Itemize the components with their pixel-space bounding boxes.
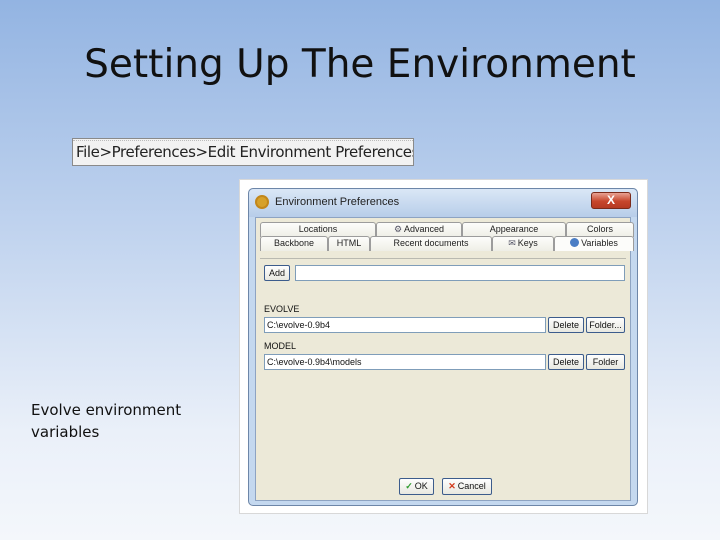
add-variable-button[interactable]: Add [264, 265, 290, 281]
gear-icon: ⚙ [393, 224, 403, 234]
variable-value-evolve[interactable]: C:\evolve-0.9b4 [264, 317, 546, 333]
envelope-icon: ✉ [508, 238, 516, 248]
cancel-x-icon: ✕ [448, 481, 456, 491]
close-button[interactable]: X [591, 192, 631, 209]
cancel-button[interactable]: ✕ Cancel [442, 478, 492, 495]
menu-path-screenshot: File>Preferences>Edit Environment Prefer… [72, 138, 414, 166]
dialog-footer: ✓ OK ✕ Cancel [256, 476, 630, 498]
tab-row-front: Backbone HTML Recent documents ✉ Keys Var… [260, 236, 634, 251]
ok-button[interactable]: ✓ OK [399, 478, 434, 495]
tab-locations[interactable]: Locations [260, 222, 376, 237]
delete-button-evolve[interactable]: Delete [548, 317, 584, 333]
delete-button-label: Delete [552, 320, 579, 330]
tab-label: HTML [336, 238, 362, 248]
cropped-text-edge [73, 139, 413, 141]
tab-label: Colors [586, 224, 613, 234]
variable-value-model[interactable]: C:\evolve-0.9b4\models [264, 354, 546, 370]
cancel-button-label: Cancel [457, 481, 486, 491]
tab-advanced[interactable]: ⚙ Advanced [376, 222, 462, 237]
new-variable-input[interactable] [295, 265, 625, 281]
dialog-titlebar[interactable]: Environment Preferences X [249, 189, 637, 217]
slide-title: Setting Up The Environment [84, 42, 636, 87]
slide-caption: Evolve environment variables [31, 401, 182, 441]
variable-name-model: MODEL [264, 341, 297, 351]
variable-name-evolve: EVOLVE [264, 304, 300, 314]
folder-button-evolve[interactable]: Folder... [586, 317, 625, 333]
add-button-label: Add [268, 268, 285, 278]
tab-appearance[interactable]: Appearance [462, 222, 566, 237]
delete-button-model[interactable]: Delete [548, 354, 584, 370]
dialog-title: Environment Preferences [275, 196, 400, 208]
close-icon: X [606, 193, 615, 207]
delete-button-label: Delete [552, 357, 579, 367]
tab-row-back: Locations ⚙ Advanced Appearance Colors [260, 222, 634, 237]
folder-button-label: Folder... [589, 320, 622, 330]
variables-icon [570, 238, 580, 247]
checkmark-icon: ✓ [405, 481, 413, 491]
tab-recent-documents[interactable]: Recent documents [370, 236, 492, 251]
tab-label: Variables [581, 238, 618, 248]
tab-label: Advanced [404, 224, 445, 234]
tab-label: Locations [298, 224, 338, 234]
tab-keys[interactable]: ✉ Keys [492, 236, 554, 251]
tab-label: Keys [517, 238, 538, 248]
tab-variables[interactable]: Variables [554, 236, 634, 251]
tab-label: Backbone [273, 238, 315, 248]
dialog-screenshot-frame: Environment Preferences X Locations ⚙ Adv… [239, 179, 648, 514]
ok-button-label: OK [414, 481, 428, 491]
tab-label: Recent documents [393, 238, 469, 248]
folder-button-label: Folder [592, 357, 619, 367]
menu-path-text: File>Preferences>Edit Environment Prefer… [76, 143, 414, 161]
app-icon [255, 195, 269, 209]
folder-button-model[interactable]: Folder [586, 354, 625, 370]
tab-label: Appearance [489, 224, 539, 234]
tab-html[interactable]: HTML [328, 236, 370, 251]
dialog-client-area: Locations ⚙ Advanced Appearance Colors Ba… [255, 217, 634, 501]
variables-panel: Add EVOLVE C:\evolve-0.9b4 Delete Folder… [260, 258, 626, 484]
tab-colors[interactable]: Colors [566, 222, 634, 237]
tab-backbone[interactable]: Backbone [260, 236, 328, 251]
environment-preferences-dialog: Environment Preferences X Locations ⚙ Adv… [248, 188, 638, 506]
